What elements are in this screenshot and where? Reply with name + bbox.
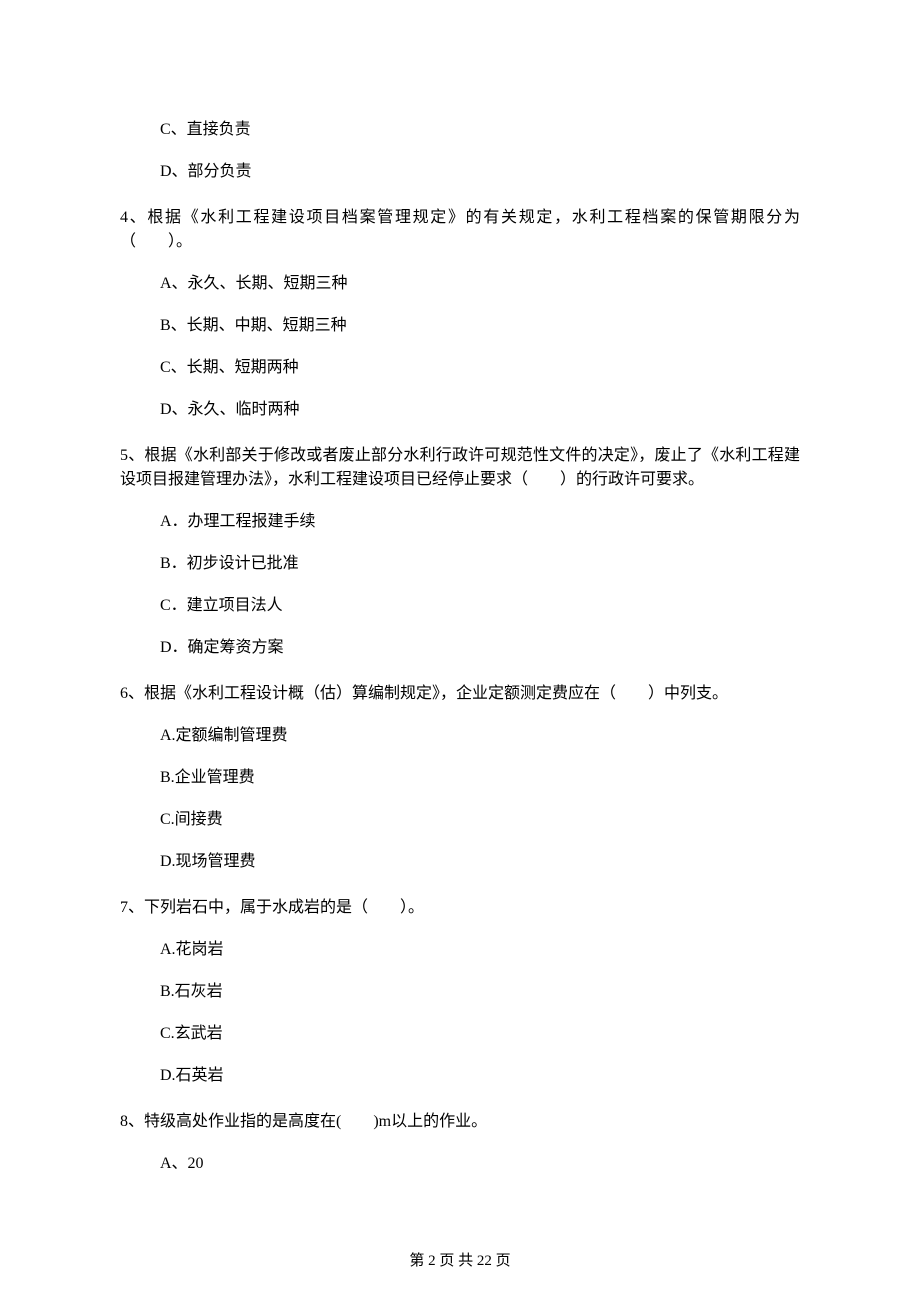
q7-option-d: D.石英岩 xyxy=(160,1064,800,1088)
q6-option-a: A.定额编制管理费 xyxy=(160,724,800,748)
q6-option-c: C.间接费 xyxy=(160,808,800,832)
q5-option-b: B．初步设计已批准 xyxy=(160,552,800,576)
q4-option-c: C、长期、短期两种 xyxy=(160,356,800,380)
q4-option-a: A、永久、长期、短期三种 xyxy=(160,272,800,296)
document-page: C、直接负责 D、部分负责 4、根据《水利工程建设项目档案管理规定》的有关规定，… xyxy=(0,0,920,1302)
q6-option-b: B.企业管理费 xyxy=(160,766,800,790)
q3-option-d: D、部分负责 xyxy=(160,160,800,184)
q4-option-b: B、长期、中期、短期三种 xyxy=(160,314,800,338)
q6-option-d: D.现场管理费 xyxy=(160,850,800,874)
q4-option-d: D、永久、临时两种 xyxy=(160,398,800,422)
q5-option-c: C．建立项目法人 xyxy=(160,594,800,618)
q7-option-a: A.花岗岩 xyxy=(160,938,800,962)
q7-option-b: B.石灰岩 xyxy=(160,980,800,1004)
q5-option-a: A．办理工程报建手续 xyxy=(160,510,800,534)
q8-stem: 8、特级高处作业指的是高度在( )m以上的作业。 xyxy=(120,1110,800,1134)
q8-option-a: A、20 xyxy=(160,1152,800,1176)
q3-option-c: C、直接负责 xyxy=(160,118,800,142)
q5-stem: 5、根据《水利部关于修改或者废止部分水利行政许可规范性文件的决定》，废止了《水利… xyxy=(120,444,800,492)
q7-stem: 7、下列岩石中，属于水成岩的是（ ）。 xyxy=(120,896,800,920)
q6-stem: 6、根据《水利工程设计概（估）算编制规定》，企业定额测定费应在（ ）中列支。 xyxy=(120,682,800,706)
page-footer: 第 2 页 共 22 页 xyxy=(0,1250,920,1273)
q5-option-d: D．确定筹资方案 xyxy=(160,636,800,660)
q7-option-c: C.玄武岩 xyxy=(160,1022,800,1046)
q4-stem: 4、根据《水利工程建设项目档案管理规定》的有关规定，水利工程档案的保管期限分为（… xyxy=(120,206,800,254)
